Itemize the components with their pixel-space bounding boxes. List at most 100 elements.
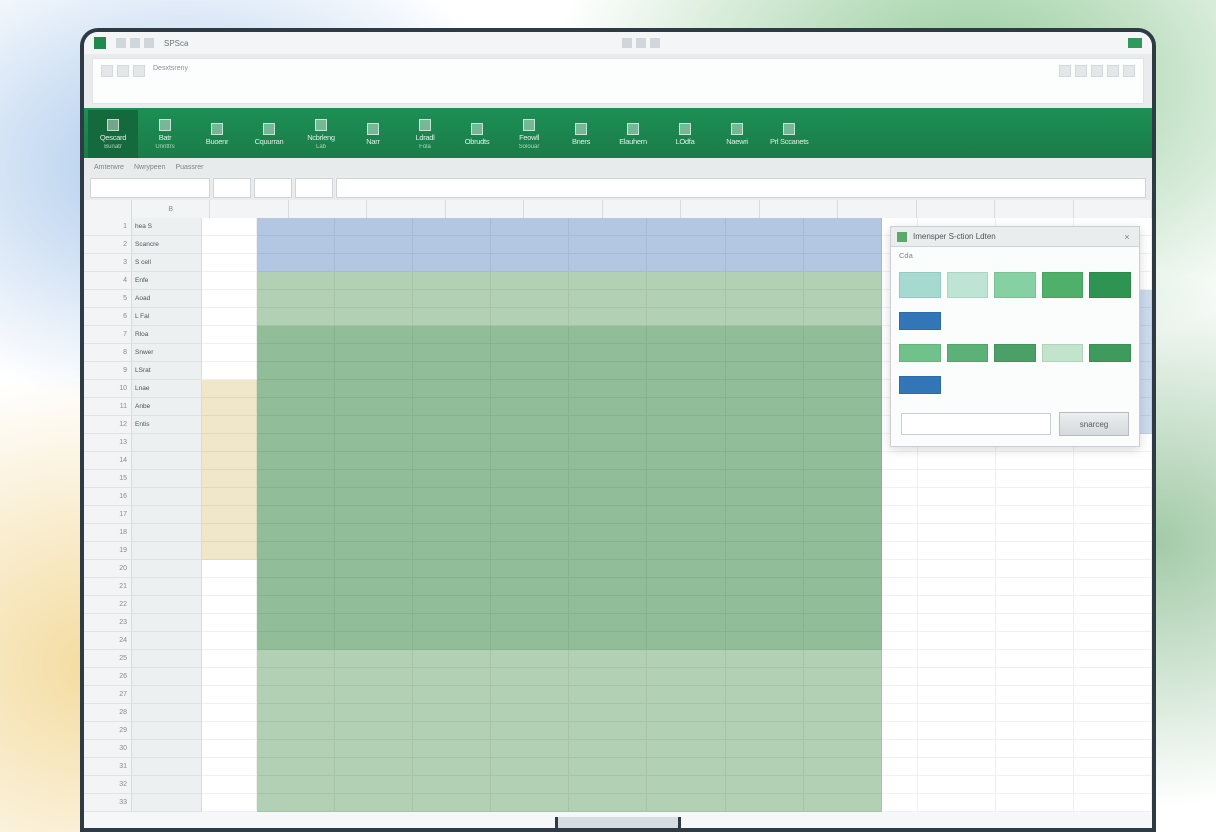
cell[interactable] bbox=[996, 650, 1074, 668]
cell[interactable] bbox=[804, 668, 882, 686]
cell[interactable] bbox=[257, 344, 335, 362]
cell[interactable] bbox=[491, 560, 569, 578]
cell[interactable] bbox=[918, 704, 996, 722]
color-swatch[interactable] bbox=[994, 272, 1036, 298]
cell[interactable] bbox=[569, 398, 647, 416]
cell[interactable] bbox=[918, 650, 996, 668]
cell[interactable] bbox=[804, 470, 882, 488]
cell[interactable]: S cell bbox=[132, 254, 202, 272]
cell[interactable] bbox=[804, 650, 882, 668]
cell[interactable] bbox=[882, 506, 918, 524]
cell[interactable] bbox=[413, 308, 491, 326]
cell[interactable] bbox=[1074, 596, 1152, 614]
cell[interactable] bbox=[804, 398, 882, 416]
cell[interactable] bbox=[413, 650, 491, 668]
cell[interactable] bbox=[996, 668, 1074, 686]
cell[interactable]: hea S bbox=[132, 218, 202, 236]
cell[interactable] bbox=[202, 398, 257, 416]
col-header[interactable] bbox=[995, 200, 1073, 218]
row-header[interactable]: 20 bbox=[84, 560, 132, 578]
cell[interactable] bbox=[132, 794, 202, 812]
cell[interactable] bbox=[491, 596, 569, 614]
cell[interactable] bbox=[996, 596, 1074, 614]
cell[interactable] bbox=[202, 290, 257, 308]
cell[interactable] bbox=[726, 254, 804, 272]
cell[interactable] bbox=[413, 596, 491, 614]
tool-group[interactable]: Nwrypeen bbox=[134, 164, 166, 171]
cell[interactable] bbox=[335, 254, 413, 272]
cell[interactable] bbox=[491, 470, 569, 488]
cell[interactable] bbox=[569, 686, 647, 704]
cell[interactable] bbox=[726, 560, 804, 578]
cell[interactable] bbox=[491, 650, 569, 668]
cell[interactable] bbox=[1074, 542, 1152, 560]
cell[interactable] bbox=[257, 542, 335, 560]
close-icon[interactable]: × bbox=[1121, 231, 1133, 243]
cell[interactable] bbox=[569, 290, 647, 308]
row-header[interactable]: 16 bbox=[84, 488, 132, 506]
cell[interactable] bbox=[918, 686, 996, 704]
cell[interactable] bbox=[647, 650, 725, 668]
cell[interactable] bbox=[1074, 488, 1152, 506]
cell[interactable] bbox=[569, 236, 647, 254]
cell[interactable] bbox=[491, 578, 569, 596]
col-header[interactable] bbox=[917, 200, 995, 218]
cell[interactable] bbox=[413, 236, 491, 254]
cell[interactable] bbox=[726, 326, 804, 344]
cell[interactable] bbox=[726, 758, 804, 776]
cell[interactable] bbox=[647, 344, 725, 362]
cell[interactable] bbox=[413, 398, 491, 416]
cell[interactable] bbox=[413, 272, 491, 290]
cell[interactable] bbox=[132, 488, 202, 506]
cell[interactable] bbox=[257, 596, 335, 614]
cell[interactable] bbox=[335, 452, 413, 470]
cell[interactable] bbox=[257, 704, 335, 722]
cell[interactable] bbox=[413, 578, 491, 596]
cell[interactable] bbox=[569, 344, 647, 362]
row-header[interactable]: 21 bbox=[84, 578, 132, 596]
cell[interactable] bbox=[882, 560, 918, 578]
cell[interactable] bbox=[1074, 758, 1152, 776]
cell[interactable] bbox=[202, 506, 257, 524]
cell[interactable] bbox=[132, 452, 202, 470]
cell[interactable] bbox=[335, 326, 413, 344]
cell[interactable] bbox=[491, 254, 569, 272]
cell[interactable] bbox=[413, 290, 491, 308]
cell[interactable] bbox=[132, 596, 202, 614]
cell[interactable] bbox=[132, 776, 202, 794]
cell[interactable] bbox=[726, 668, 804, 686]
cell[interactable] bbox=[257, 722, 335, 740]
account-badge[interactable] bbox=[1128, 38, 1142, 48]
color-swatch[interactable] bbox=[899, 272, 941, 298]
cell[interactable] bbox=[647, 236, 725, 254]
cell[interactable] bbox=[569, 434, 647, 452]
row-header[interactable]: 1 bbox=[84, 218, 132, 236]
cell[interactable] bbox=[335, 758, 413, 776]
cell[interactable] bbox=[647, 326, 725, 344]
cell[interactable] bbox=[726, 704, 804, 722]
cell[interactable] bbox=[413, 254, 491, 272]
cell[interactable] bbox=[996, 758, 1074, 776]
cell[interactable] bbox=[569, 722, 647, 740]
cell[interactable] bbox=[647, 272, 725, 290]
cell[interactable] bbox=[202, 740, 257, 758]
cell[interactable] bbox=[202, 254, 257, 272]
cell[interactable] bbox=[569, 794, 647, 812]
row-header[interactable]: 11 bbox=[84, 398, 132, 416]
cell[interactable] bbox=[569, 668, 647, 686]
cell[interactable] bbox=[202, 542, 257, 560]
cell[interactable] bbox=[335, 632, 413, 650]
cell[interactable] bbox=[918, 452, 996, 470]
cell[interactable] bbox=[569, 776, 647, 794]
color-swatch[interactable] bbox=[899, 312, 941, 330]
cell[interactable] bbox=[491, 704, 569, 722]
row-header[interactable]: 24 bbox=[84, 632, 132, 650]
cell[interactable] bbox=[918, 740, 996, 758]
cell[interactable] bbox=[804, 434, 882, 452]
cell[interactable] bbox=[569, 506, 647, 524]
cell[interactable] bbox=[569, 272, 647, 290]
cell[interactable] bbox=[647, 740, 725, 758]
cell[interactable] bbox=[804, 308, 882, 326]
row-header[interactable]: 31 bbox=[84, 758, 132, 776]
cell[interactable] bbox=[132, 578, 202, 596]
